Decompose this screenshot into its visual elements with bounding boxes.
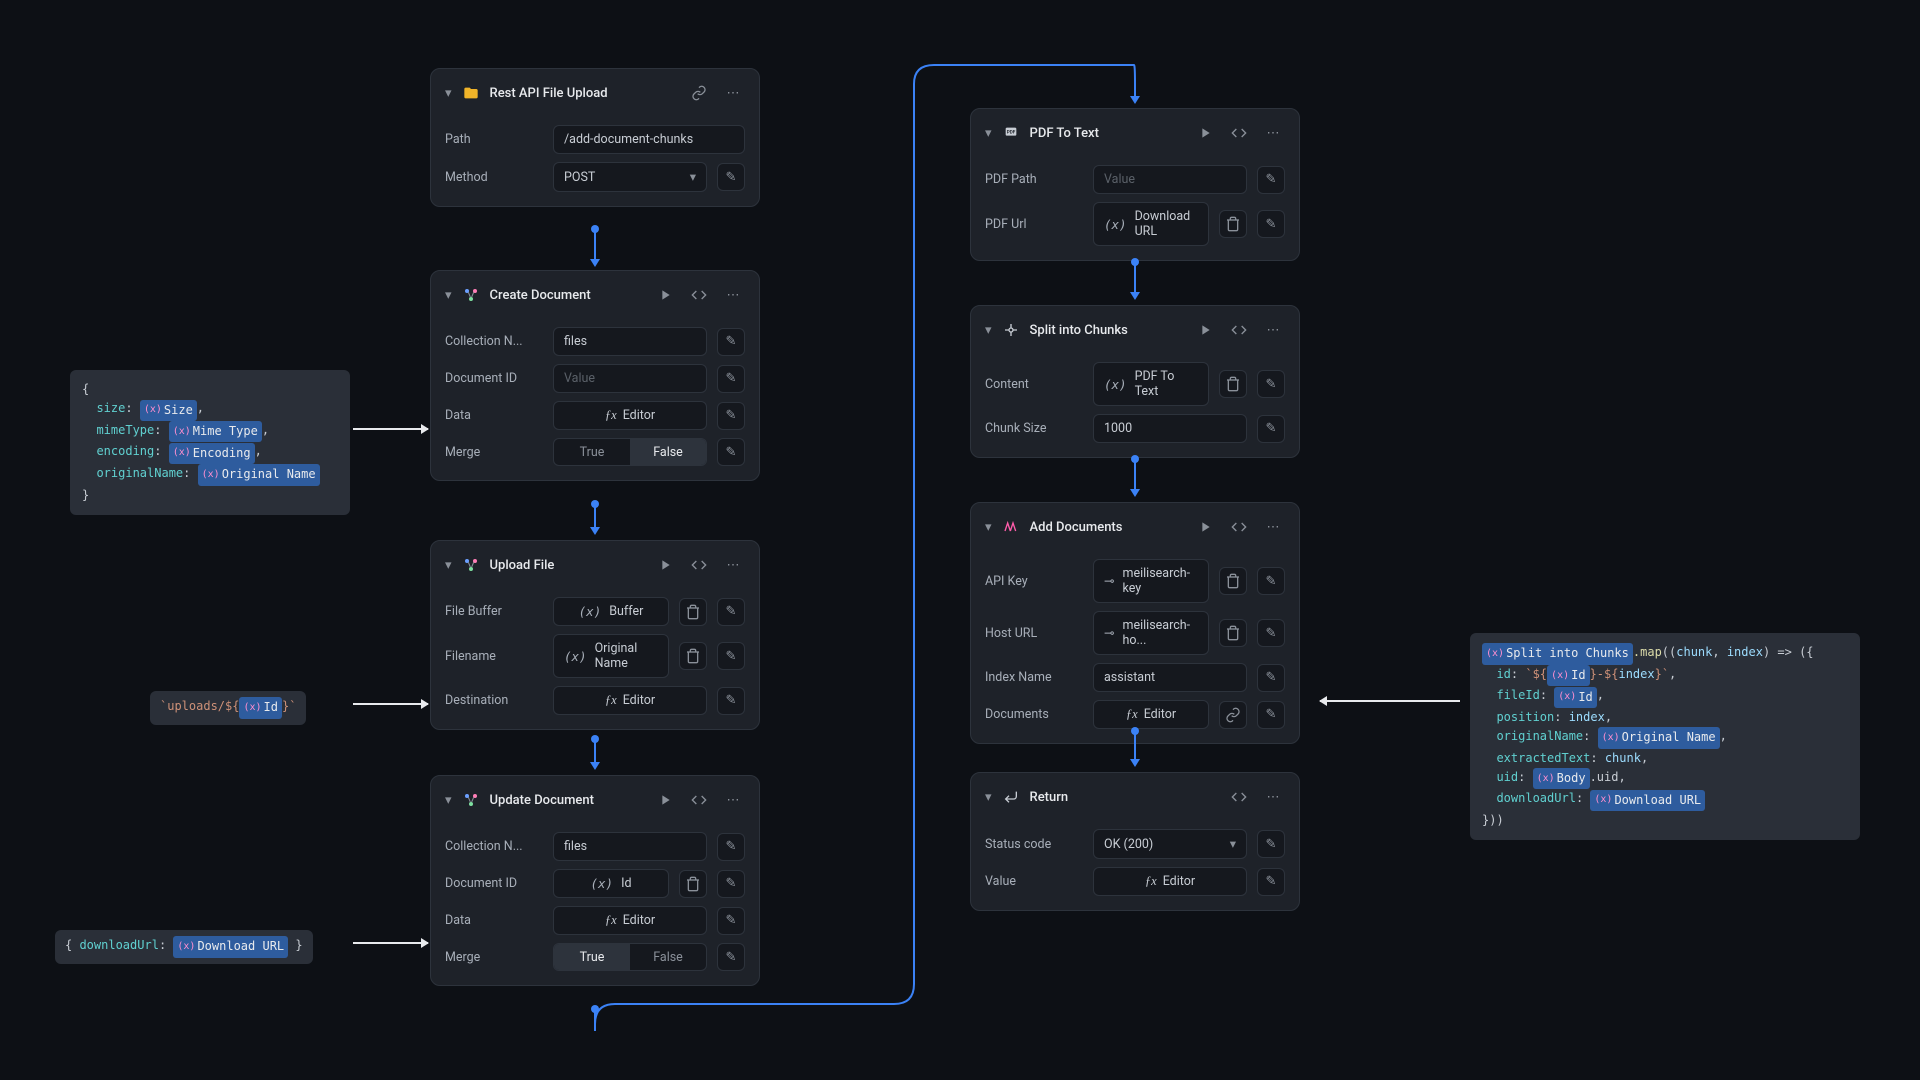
tooltip-documents-map: (x)Split into Chunks.map((chunk, index) … [1470,633,1860,840]
method-label: Method [445,170,543,185]
more-icon[interactable]: ⋯ [1261,121,1285,145]
data-label: Data [445,913,543,928]
tooltip-destination: `uploads/${(x)Id}` [150,691,306,725]
workflow-icon [462,556,480,574]
docid-label: Document ID [445,876,543,891]
delete-icon[interactable] [1219,210,1247,238]
edit-icon[interactable]: ✎ [1257,619,1285,647]
code-icon[interactable] [1227,785,1251,809]
edit-icon[interactable]: ✎ [1257,210,1285,238]
path-label: Path [445,132,543,147]
collection-label: Collection N... [445,334,543,349]
chevron-down-icon[interactable]: ▾ [445,558,452,573]
link-icon[interactable] [1219,701,1247,729]
chevron-down-icon[interactable]: ▾ [445,86,452,101]
data-label: Data [445,408,543,423]
dest-label: Destination [445,693,543,708]
annotation-arrow [1320,700,1460,702]
code-icon[interactable] [1227,515,1251,539]
edit-icon[interactable]: ✎ [1257,166,1285,194]
code-icon[interactable] [1227,121,1251,145]
play-icon[interactable] [1193,121,1217,145]
annotation-arrow [353,942,428,944]
merge-label: Merge [445,950,543,965]
merge-label: Merge [445,445,543,460]
chevron-down-icon[interactable]: ▾ [445,288,452,303]
edit-icon[interactable]: ✎ [1257,701,1285,729]
play-icon[interactable] [1193,318,1217,342]
edit-icon[interactable]: ✎ [1257,370,1285,398]
play-icon[interactable] [1193,515,1217,539]
code-icon[interactable] [1227,318,1251,342]
chevron-down-icon[interactable]: ▾ [445,793,452,808]
collection-label: Collection N... [445,839,543,854]
edit-icon[interactable]: ✎ [1257,567,1285,595]
edit-icon[interactable]: ✎ [1257,868,1285,896]
filename-label: Filename [445,649,543,664]
annotation-arrow [353,428,428,430]
delete-icon[interactable] [1219,619,1247,647]
delete-icon[interactable] [1219,567,1247,595]
edit-icon[interactable]: ✎ [1257,830,1285,858]
more-icon[interactable]: ⋯ [1261,515,1285,539]
annotation-arrow [353,703,428,705]
more-icon[interactable]: ⋯ [1261,318,1285,342]
edit-icon[interactable]: ✎ [1257,415,1285,443]
tooltip-create-doc-data: { size: (x)Size, mimeType: (x)Mime Type,… [70,370,350,515]
tooltip-download-url: { downloadUrl: (x)Download URL } [55,930,313,964]
workflow-icon [462,791,480,809]
docid-label: Document ID [445,371,543,386]
more-icon[interactable]: ⋯ [1261,785,1285,809]
arrow-down-icon [1130,96,1140,104]
edit-icon[interactable]: ✎ [1257,664,1285,692]
chevron-down-icon: ▾ [1230,836,1236,852]
connector-path [594,64,1136,1034]
workflow-icon [462,286,480,304]
folder-icon [462,84,480,102]
buffer-label: File Buffer [445,604,543,619]
delete-icon[interactable] [1219,370,1247,398]
